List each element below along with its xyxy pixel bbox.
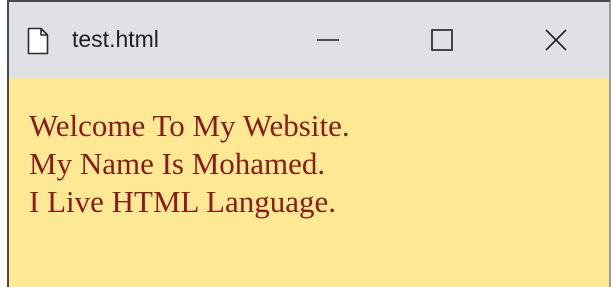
welcome-text: Welcome To My Website. — [29, 108, 350, 143]
maximize-icon — [430, 28, 454, 57]
close-icon — [544, 28, 568, 57]
maximize-button[interactable] — [419, 22, 465, 62]
minimize-icon — [316, 28, 340, 57]
page-content: Welcome To My Website. My Name Is Mohame… — [29, 107, 350, 221]
minimize-button[interactable] — [305, 22, 351, 62]
window-title: test.html — [72, 26, 159, 52]
browser-window: test.html Welcome To My Website. My Name… — [7, 0, 611, 287]
page-icon — [27, 27, 49, 55]
close-button[interactable] — [533, 22, 579, 62]
title-bar[interactable]: test.html — [9, 2, 609, 78]
name-text: My Name Is Mohamed. — [29, 146, 326, 181]
language-text: I Live HTML Language. — [29, 184, 337, 219]
